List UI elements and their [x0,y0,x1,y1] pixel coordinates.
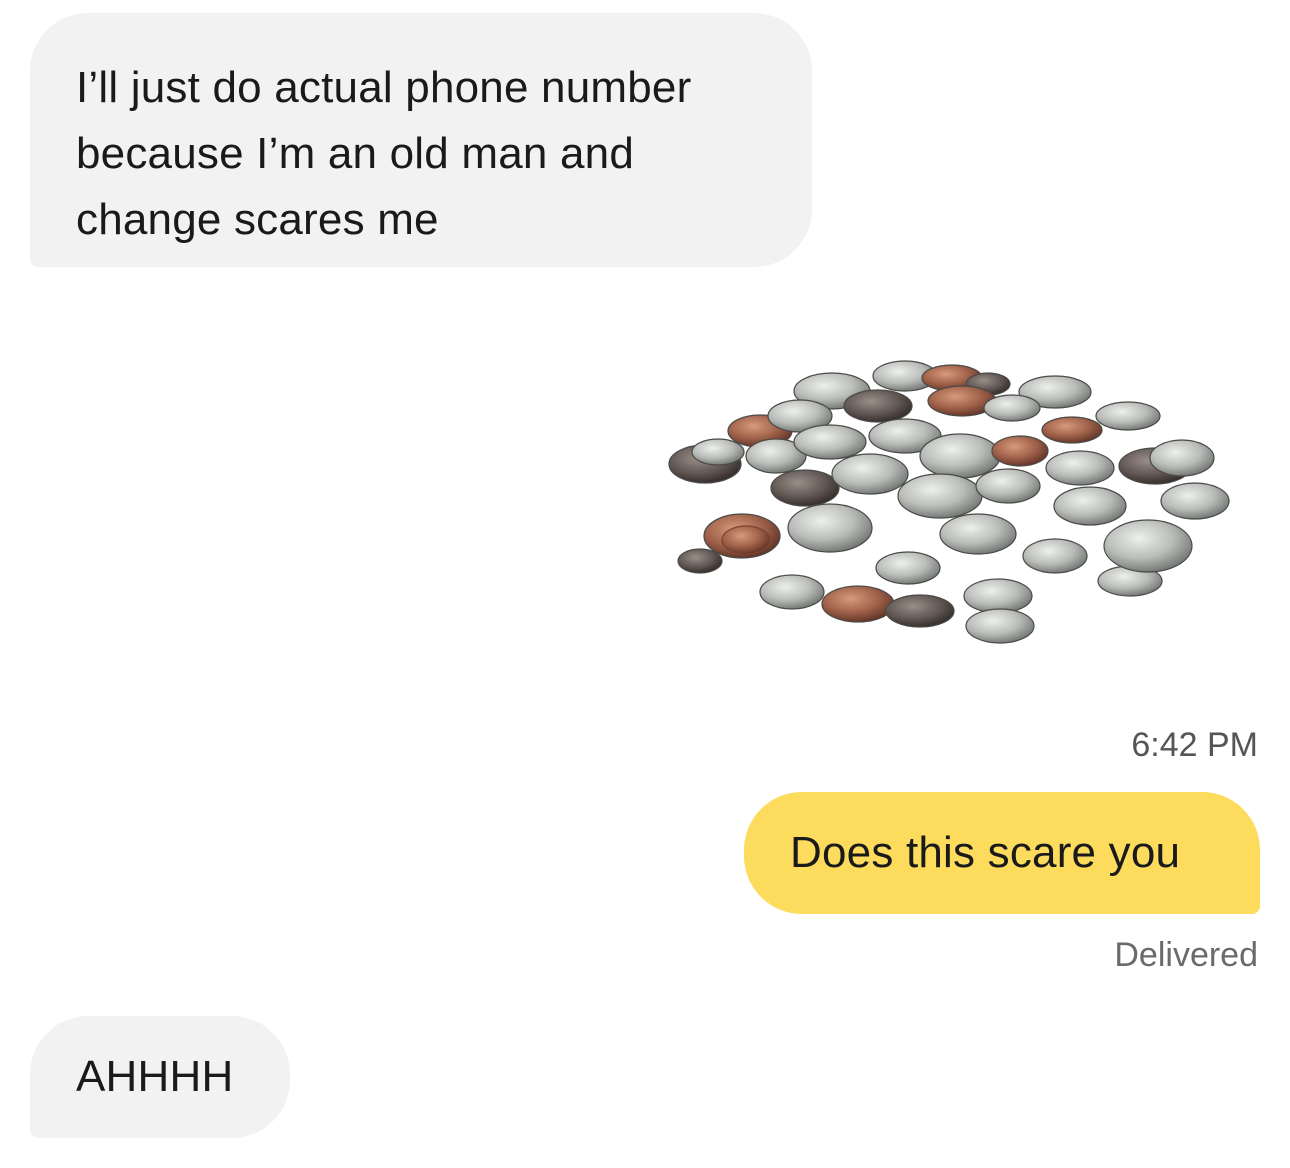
coins-image-message[interactable] [660,356,1235,650]
incoming-message-bubble[interactable]: AHHHH [30,1016,290,1138]
delivery-status: Delivered [1114,936,1258,974]
outgoing-message-bubble[interactable]: Does this scare you [744,792,1260,914]
incoming-message-bubble[interactable]: I’ll just do actual phone number because… [30,13,812,267]
timestamp: 6:42 PM [1131,726,1258,764]
